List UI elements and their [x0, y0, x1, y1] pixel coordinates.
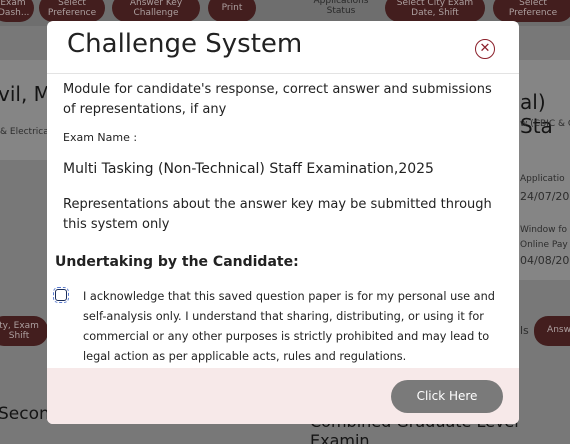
modal-title: Challenge System	[67, 29, 303, 59]
click-here-button[interactable]: Click Here	[391, 380, 503, 413]
representations-note: Representations about the answer key may…	[63, 197, 492, 232]
close-icon[interactable]: ✕	[475, 39, 495, 59]
undertaking-heading: Undertaking by the Candidate:	[55, 254, 299, 270]
acknowledgement-text: I acknowledge that this saved question p…	[83, 290, 495, 363]
modal-footer: Click Here	[47, 368, 519, 424]
header-divider	[47, 73, 519, 74]
exam-name-label: Exam Name :	[63, 131, 138, 144]
acknowledge-checkbox[interactable]	[53, 287, 69, 303]
module-description: Module for candidate's response, correct…	[63, 82, 492, 117]
exam-name-value: Multi Tasking (Non-Technical) Staff Exam…	[63, 161, 434, 177]
challenge-system-modal: Challenge System ✕ Module for candidate'…	[47, 21, 519, 424]
